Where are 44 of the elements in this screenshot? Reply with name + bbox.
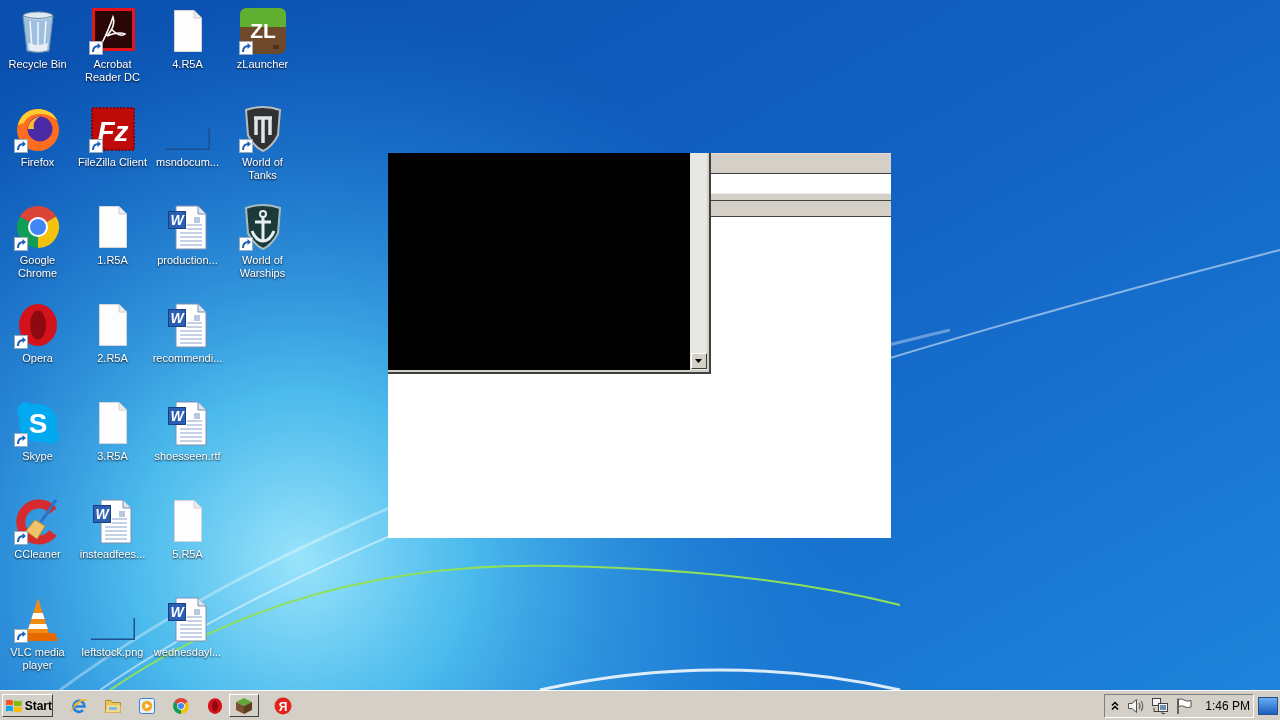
fz-logo-icon[interactable]: Fz [88, 105, 137, 153]
icon-label[interactable]: World of Warships [226, 254, 299, 280]
chrome-icon [172, 696, 190, 715]
icon-label[interactable]: 2.R5A [97, 352, 128, 365]
icon-label[interactable]: Google Chrome [1, 254, 74, 280]
scroll-down-button[interactable] [690, 353, 707, 369]
file-icon[interactable] [98, 206, 127, 248]
icon-label[interactable]: production... [157, 254, 218, 267]
vertical-scrollbar[interactable] [690, 153, 707, 370]
icon-label[interactable]: 4.R5A [172, 58, 203, 71]
icon-label[interactable]: FileZilla Client [77, 156, 148, 169]
network-icon[interactable] [1151, 696, 1170, 715]
icon-label[interactable]: CCleaner [14, 548, 61, 561]
icon-label[interactable]: 1.R5A [97, 254, 128, 267]
flag-icon[interactable] [1175, 696, 1194, 715]
clock[interactable]: 1:46 PM [1205, 696, 1250, 715]
icon-label[interactable]: zLauncher [236, 58, 289, 71]
icon-label[interactable]: Recycle Bin [8, 58, 67, 71]
flag-logo-icon [5, 697, 23, 714]
icon-label[interactable]: 3.R5A [97, 450, 128, 463]
icon-label[interactable]: Opera [22, 352, 53, 365]
image-thumbnail-icon[interactable] [90, 618, 135, 640]
down-arrow-icon [695, 359, 702, 363]
taskbar-window-button[interactable] [229, 694, 259, 717]
start-button[interactable]: Start [2, 694, 53, 717]
quick-launch-button[interactable]: Я [266, 693, 300, 718]
double-caret-icon [1111, 700, 1120, 711]
play-tile-icon [138, 696, 156, 715]
speaker-icon[interactable] [1127, 697, 1146, 714]
opera-icon [206, 696, 224, 715]
icon-label[interactable]: Acrobat Reader DC [76, 58, 149, 84]
icon-label[interactable]: Skype [22, 450, 53, 463]
icon-label[interactable]: Firefox [20, 156, 55, 169]
grass-block-icon [235, 696, 253, 715]
icon-label[interactable]: World of Tanks [226, 156, 299, 182]
ya-logo-icon: Я [274, 696, 292, 715]
icon-label[interactable]: msndocum... [156, 156, 219, 169]
file-icon[interactable] [173, 10, 202, 52]
image-thumbnail-icon[interactable] [165, 128, 210, 150]
icon-label[interactable]: VLC media player [1, 646, 74, 672]
file-icon[interactable] [98, 304, 127, 346]
show-desktop-button[interactable] [1258, 696, 1278, 715]
icon-label[interactable]: recommendi... [152, 352, 223, 365]
e-logo-icon [70, 696, 88, 715]
